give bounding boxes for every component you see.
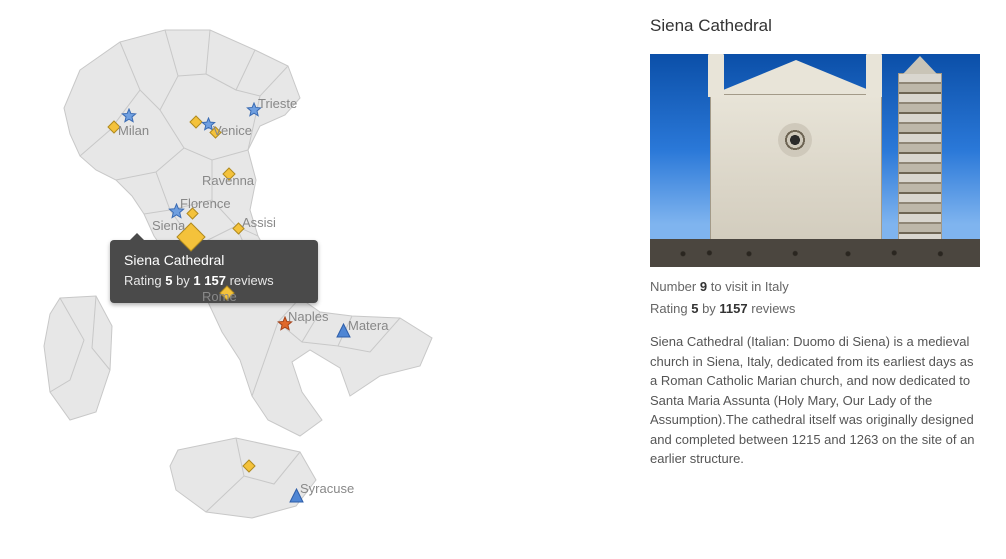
rank-suffix: to visit in Italy: [711, 279, 789, 294]
italy-map[interactable]: .land { fill:#e7e7e7; stroke:#c8c8c8; st…: [0, 0, 640, 559]
map-tooltip: Siena Cathedral Rating 5 by 1 157 review…: [110, 240, 318, 303]
tooltip-rating-value: 5: [165, 273, 172, 288]
rating-prefix: Rating: [650, 301, 688, 316]
rank-line: Number 9 to visit in Italy: [650, 277, 986, 297]
rank-value: 9: [700, 279, 707, 294]
tooltip-by: by: [176, 273, 190, 288]
italy-map-svg: .land { fill:#e7e7e7; stroke:#c8c8c8; st…: [0, 0, 640, 559]
tooltip-reviews-suffix: reviews: [230, 273, 274, 288]
rating-by: by: [702, 301, 716, 316]
tooltip-title: Siena Cathedral: [124, 250, 304, 271]
rating-value: 5: [691, 301, 698, 316]
info-panel: Siena Cathedral Number 9 to visit in Ita…: [640, 0, 1006, 559]
place-description: Siena Cathedral (Italian: Duomo di Siena…: [650, 332, 980, 469]
rating-line: Rating 5 by 1157 reviews: [650, 299, 986, 319]
reviews-suffix: reviews: [751, 301, 795, 316]
rank-prefix: Number: [650, 279, 696, 294]
tooltip-rating-prefix: Rating: [124, 273, 162, 288]
tooltip-rating-line: Rating 5 by 1 157 reviews: [124, 271, 304, 291]
reviews-value: 1157: [719, 301, 747, 316]
place-title: Siena Cathedral: [650, 16, 986, 36]
place-photo: [650, 54, 980, 267]
